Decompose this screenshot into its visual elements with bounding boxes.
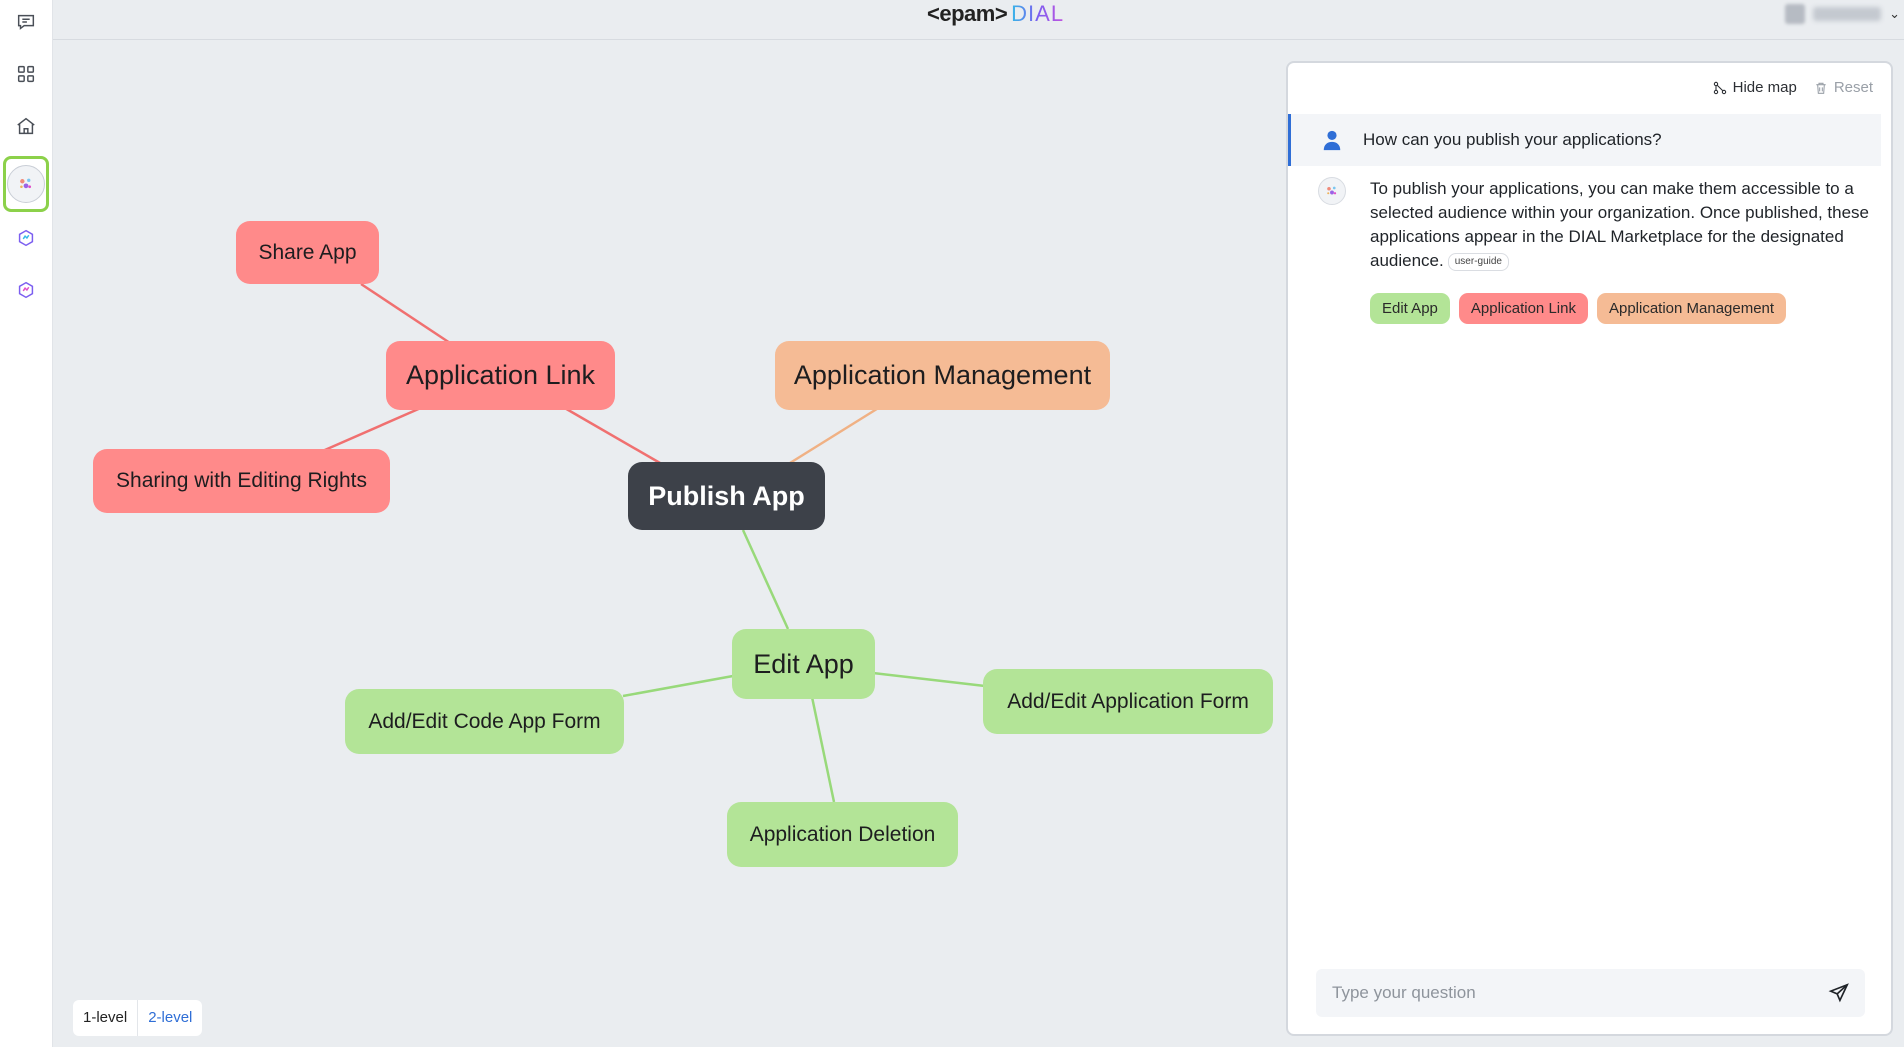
link-application-deletion [810, 696, 836, 803]
node-application-deletion[interactable]: Application Deletion [727, 802, 958, 867]
node-publish-app[interactable]: Publish App [628, 462, 825, 530]
map-icon [1713, 81, 1726, 94]
node-label: Add/Edit Code App Form [368, 709, 601, 733]
top-header: <epam> DIAL ⌄ [53, 0, 1904, 40]
tag-application-link[interactable]: Application Link [1458, 293, 1588, 324]
user-message-text: How can you publish your applications? [1363, 130, 1662, 149]
user-icon [1323, 130, 1341, 151]
topic-tags: Edit App Application Link Application Ma… [1370, 293, 1787, 324]
node-label: Add/Edit Application Form [1007, 689, 1249, 713]
mindmap-app-button[interactable] [3, 156, 49, 212]
trash-icon [1816, 82, 1826, 94]
user-name-redacted [1813, 7, 1882, 21]
node-label: Sharing with Editing Rights [116, 469, 367, 492]
link-share-app [360, 282, 451, 345]
node-add-edit-application-form[interactable]: Add/Edit Application Form [983, 669, 1273, 734]
app-logo: <epam> DIAL [927, 0, 1064, 28]
reset-label: Reset [1833, 79, 1873, 96]
node-application-management[interactable]: Application Management [775, 341, 1110, 410]
level-2-button[interactable]: 2-level [138, 1000, 202, 1036]
apps-grid-icon[interactable] [6, 54, 46, 94]
bot-avatar-icon [1318, 177, 1346, 205]
hide-map-label: Hide map [1732, 79, 1797, 96]
mindmap-app-icon [7, 165, 45, 203]
tag-application-management[interactable]: Application Management [1596, 293, 1787, 324]
level-1-button[interactable]: 1-level [73, 1000, 139, 1036]
node-share-app[interactable]: Share App [236, 221, 379, 284]
node-label: Application Deletion [749, 822, 936, 846]
node-sharing-with-editing-rights[interactable]: Sharing with Editing Rights [93, 449, 390, 513]
chat-icon[interactable] [6, 2, 46, 42]
node-add-edit-code-app-form[interactable]: Add/Edit Code App Form [345, 689, 624, 754]
assistant-app-icon-2[interactable] [6, 270, 46, 310]
reset-button[interactable]: Reset [1813, 79, 1873, 96]
bot-message-text: To publish your applications, you can ma… [1370, 177, 1880, 273]
node-label: Publish App [648, 480, 805, 511]
mindmap-canvas[interactable]: Share App Application Link Sharing with … [53, 41, 1285, 1047]
logo-epam: <epam> [927, 1, 1008, 26]
link-edit-app [741, 529, 790, 630]
hide-map-button[interactable]: Hide map [1712, 79, 1797, 96]
node-label: Application Management [793, 360, 1092, 390]
chevron-down-icon: ⌄ [1889, 6, 1900, 21]
user-menu[interactable]: ⌄ [1785, 4, 1900, 24]
level-switch: 1-level 2-level [73, 1000, 203, 1036]
question-input[interactable] [1316, 983, 1819, 1003]
user-message: How can you publish your applications? [1288, 114, 1881, 166]
left-sidebar [0, 0, 53, 1047]
link-application-management [789, 405, 881, 465]
node-label: Share App [258, 240, 357, 264]
send-button[interactable] [1819, 973, 1859, 1013]
avatar [1785, 4, 1806, 24]
logo-dial: DIAL [1011, 1, 1065, 26]
bot-message-body: To publish your applications, you can ma… [1370, 179, 1869, 270]
node-edit-app[interactable]: Edit App [732, 629, 875, 699]
assistant-app-icon[interactable] [6, 218, 46, 258]
chat-toolbar: Hide map Reset [1712, 79, 1873, 96]
node-application-link[interactable]: Application Link [386, 341, 615, 410]
node-label: Edit App [753, 648, 854, 679]
tag-edit-app[interactable]: Edit App [1370, 293, 1450, 324]
reference-tag[interactable]: user-guide [1447, 252, 1509, 271]
question-input-box [1316, 969, 1865, 1017]
link-sharing-editing [317, 405, 424, 455]
link-add-edit-code [622, 674, 734, 698]
link-application-link [562, 405, 661, 465]
chat-panel: Hide map Reset How can you publish your … [1286, 61, 1893, 1036]
mindmap-links [317, 282, 986, 803]
home-icon[interactable] [6, 106, 46, 146]
node-label: Application Link [405, 360, 596, 390]
link-add-edit-app-form [872, 671, 986, 688]
send-icon [1828, 983, 1849, 1003]
